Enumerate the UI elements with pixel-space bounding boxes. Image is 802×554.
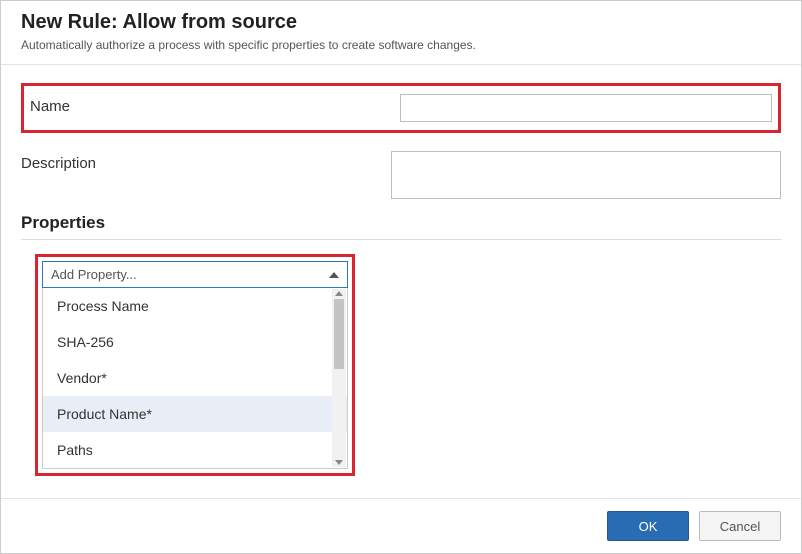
name-input[interactable] <box>400 94 772 122</box>
dialog-subtitle: Automatically authorize a process with s… <box>21 38 781 52</box>
dropdown-option-paths[interactable]: Paths <box>43 432 347 468</box>
dropdown-option-vendor[interactable]: Vendor* <box>43 360 347 396</box>
form-area: Name Description Properties Add Property… <box>1 65 801 498</box>
chevron-up-icon <box>329 272 339 278</box>
scrollbar-thumb[interactable] <box>334 299 344 369</box>
scroll-up-icon <box>335 291 343 296</box>
dropdown-scrollbar[interactable] <box>332 289 346 467</box>
cancel-button[interactable]: Cancel <box>699 511 781 541</box>
name-row: Name <box>21 83 781 133</box>
add-property-dropdown-toggle[interactable]: Add Property... <box>42 261 348 288</box>
description-label: Description <box>21 151 391 172</box>
dialog-footer: OK Cancel <box>1 498 801 553</box>
description-input[interactable] <box>391 151 781 199</box>
divider <box>21 239 781 240</box>
add-property-dropdown: Add Property... Process Name SHA-256 Ven… <box>35 254 355 476</box>
add-property-dropdown-list: Process Name SHA-256 Vendor* Product Nam… <box>42 288 348 469</box>
add-property-placeholder: Add Property... <box>51 267 137 282</box>
dropdown-option-sha-256[interactable]: SHA-256 <box>43 324 347 360</box>
properties-section-title: Properties <box>21 213 781 233</box>
dropdown-option-process-name[interactable]: Process Name <box>43 288 347 324</box>
dropdown-option-product-name[interactable]: Product Name* <box>43 396 347 432</box>
name-label: Name <box>30 94 400 115</box>
dialog-header: New Rule: Allow from source Automaticall… <box>1 1 801 65</box>
scroll-down-icon <box>335 460 343 465</box>
description-row: Description <box>21 151 781 199</box>
ok-button[interactable]: OK <box>607 511 689 541</box>
dialog-title: New Rule: Allow from source <box>21 11 781 34</box>
